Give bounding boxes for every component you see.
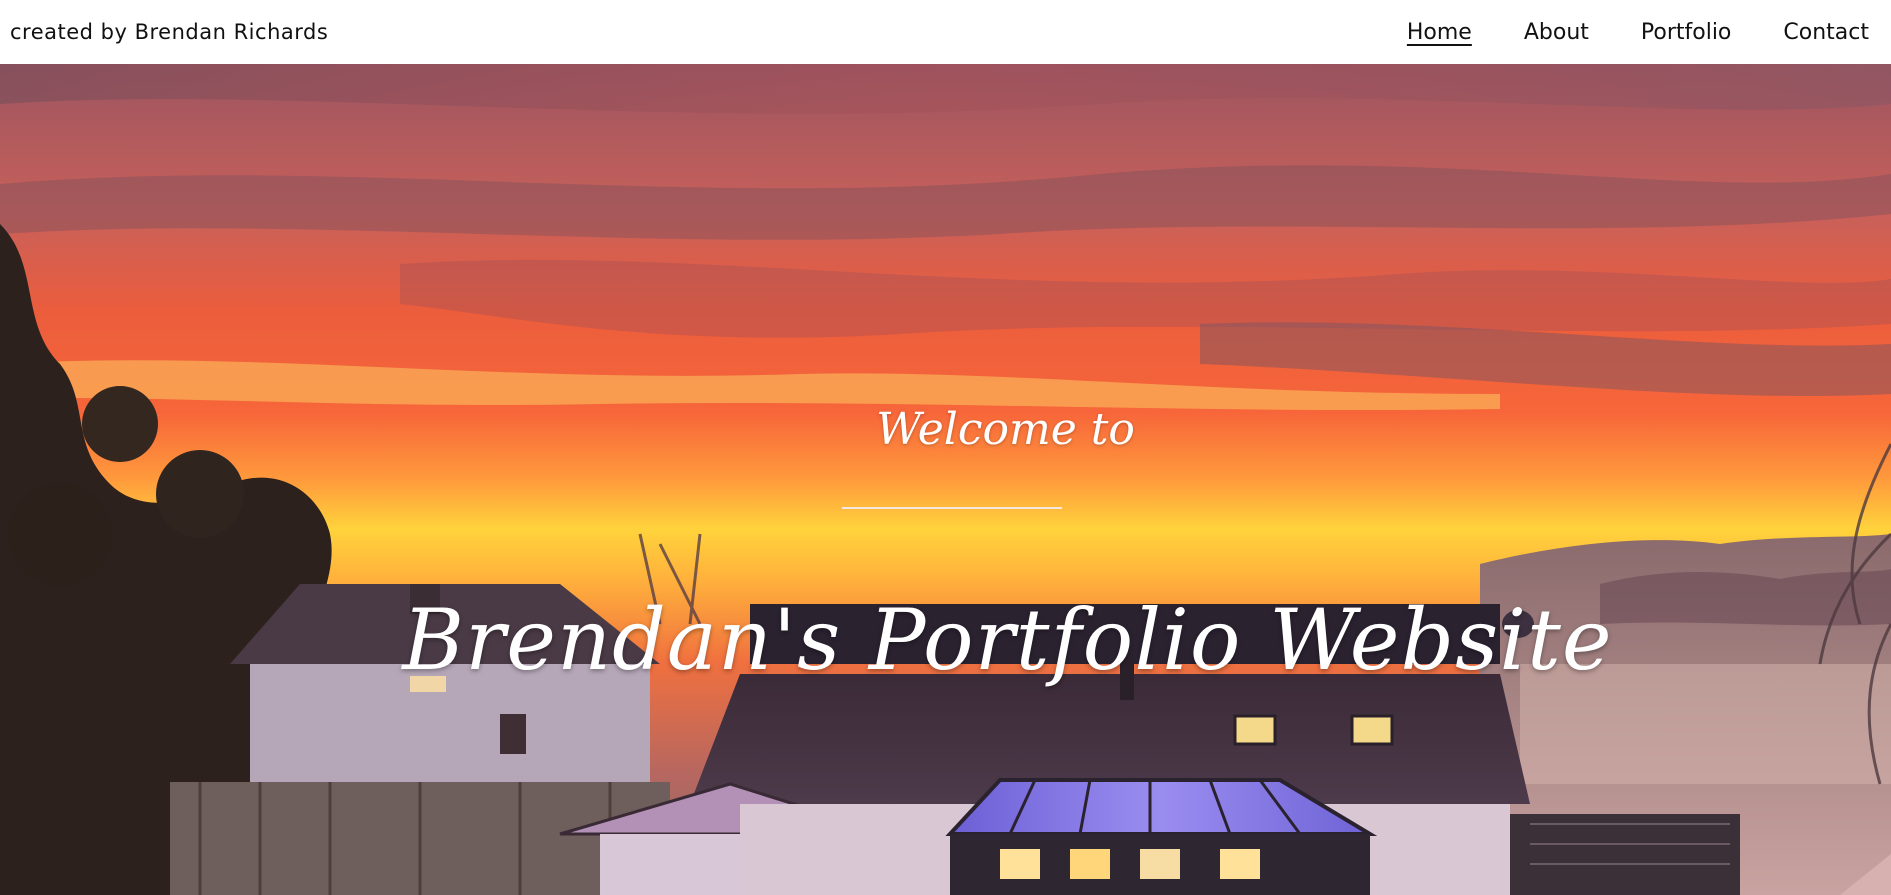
nav-about[interactable]: About: [1524, 20, 1589, 45]
nav-contact[interactable]: Contact: [1783, 20, 1869, 45]
hero-section: Welcome to Brendan's Portfolio Website: [0, 64, 1891, 895]
site-header: created by Brendan Richards Home About P…: [0, 0, 1891, 64]
main-nav: Home About Portfolio Contact: [1355, 20, 1869, 45]
nav-home[interactable]: Home: [1407, 20, 1472, 45]
hero-title: Brendan's Portfolio Website: [402, 591, 1613, 689]
hero-background-image: [0, 64, 1891, 895]
welcome-text: Welcome to: [876, 404, 1135, 455]
nav-portfolio[interactable]: Portfolio: [1641, 20, 1732, 45]
brand-credit[interactable]: created by Brendan Richards: [10, 20, 328, 44]
hero-divider: [842, 507, 1062, 509]
